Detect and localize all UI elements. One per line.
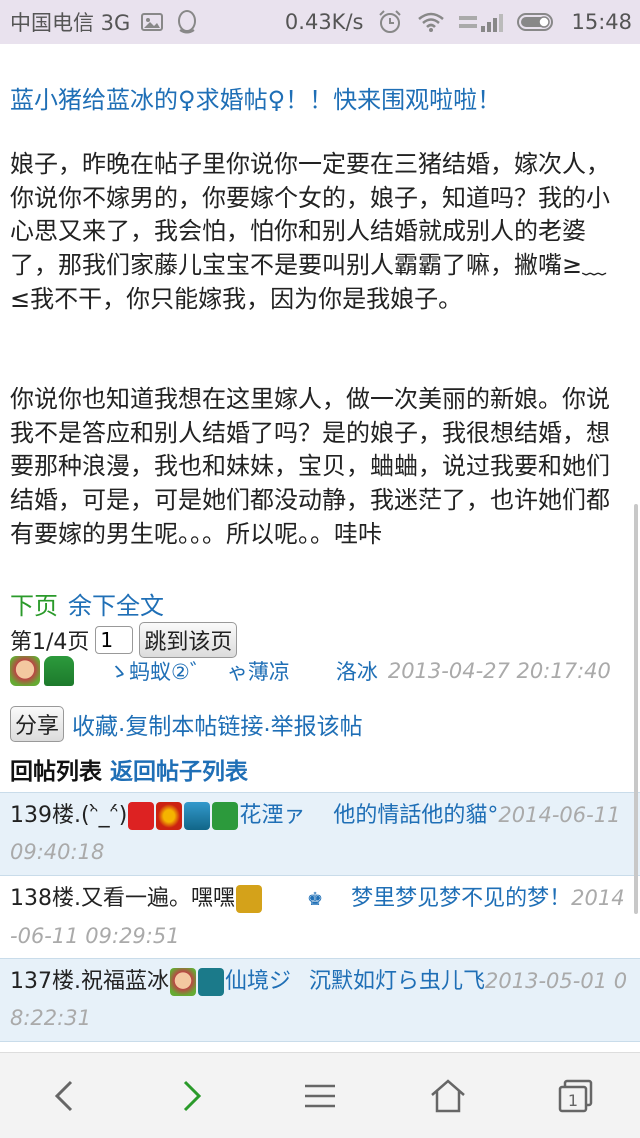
carrier-label: 中国电信 3G — [10, 11, 131, 35]
scrollbar[interactable] — [634, 504, 638, 914]
home-button[interactable] — [408, 1066, 488, 1126]
menu-button[interactable] — [280, 1066, 360, 1126]
pager-links: 下页 余下全文 — [10, 586, 164, 621]
back-button[interactable] — [24, 1066, 104, 1126]
reply-row: 138楼.又看一遍。嘿嘿 ♚ 梦里梦见梦不见的梦！2014-06-11 09:2… — [0, 876, 640, 956]
page-content: 蓝小猪给蓝冰的♀求婚帖♀！！快来围观啦啦！ 娘子，昨晚在帖子里你说你一定要在三猪… — [0, 44, 640, 1052]
clock: 15:48 — [571, 10, 632, 34]
rest-fulltext-link[interactable]: 余下全文 — [68, 586, 164, 621]
reply-list-header: 回帖列表 返回帖子列表 — [10, 752, 248, 786]
crown-icon — [184, 802, 211, 830]
author-name-3[interactable]: 洛冰 — [336, 656, 378, 686]
favorite-link[interactable]: 收藏 — [72, 707, 118, 741]
medal-icon — [156, 802, 183, 830]
post-timestamp: 2013-04-27 20:17:40 — [387, 659, 611, 683]
page-number-input[interactable] — [95, 626, 134, 654]
post-paragraph-1: 娘子，昨晚在帖子里你说你一定要在三猪结婚，嫁次人，你说你不嫁男的，你要嫁个女的，… — [10, 150, 610, 313]
avatar — [170, 968, 196, 996]
reply-user[interactable]: 花湮ァ — [239, 803, 305, 828]
back-to-list-link[interactable]: 返回帖子列表 — [110, 752, 248, 786]
report-link[interactable]: 举报该帖 — [271, 707, 363, 741]
network-speed: 0.43K/s — [284, 10, 364, 34]
tabs-button[interactable]: 1 — [536, 1066, 616, 1126]
separator: . — [263, 711, 271, 737]
battery-icon — [517, 11, 557, 33]
post-actions: 分享 收藏 . 复制本帖链接 . 举报该帖 — [10, 706, 363, 742]
badge-shirt-icon — [198, 968, 224, 996]
crown-icon: ♚ — [307, 889, 324, 910]
tabs-icon: 1 — [558, 1079, 593, 1112]
copy-link-link[interactable]: 复制本帖链接 — [125, 707, 263, 741]
share-button[interactable]: 分享 — [10, 706, 65, 742]
author-name-2[interactable]: ゃ薄凉 — [227, 656, 290, 686]
chevron-left-icon — [54, 1080, 73, 1111]
menu-icon — [305, 1084, 335, 1107]
post-title[interactable]: 蓝小猪给蓝冰的♀求婚帖♀！！快来围观啦啦！ — [10, 80, 501, 115]
gallery-icon — [140, 11, 164, 33]
reply-row: 137楼.祝福蓝冰 仙境ジ 沉默如灯ら虫儿飞2013-05-01 08:22:31 — [0, 958, 640, 1042]
pager-jump: 第1/4页 跳到该页 — [10, 622, 238, 658]
separator: . — [118, 711, 126, 737]
badge-shirt-icon — [212, 802, 239, 830]
reply-content: 他的情話他的貓° — [333, 803, 499, 828]
home-icon — [431, 1078, 465, 1112]
page-info: 第1/4页 — [10, 630, 90, 655]
signal-icon — [459, 10, 504, 34]
post-paragraph-2: 你说你也知道我想在这里嫁人，做一次美丽的新娘。你说我不是答应和别人结婚了吗？是的… — [10, 385, 610, 548]
svg-text:1: 1 — [568, 1091, 578, 1110]
status-bar: 中国电信 3G 0.43K/s 15:48 — [0, 0, 640, 44]
browser-navbar: 1 — [0, 1052, 640, 1138]
wifi-icon — [417, 11, 445, 33]
alarm-icon — [377, 9, 403, 35]
chevron-right-icon — [183, 1080, 202, 1111]
reply-user[interactable]: 仙境ジ — [225, 969, 291, 994]
reply-list-title: 回帖列表 — [10, 759, 102, 785]
reply-floor: 138楼.又看一遍。嘿嘿 — [10, 886, 235, 911]
reply-content: 沉默如灯ら虫儿飞 — [309, 969, 486, 994]
badge-shirt-icon — [44, 656, 74, 686]
forward-button[interactable] — [152, 1066, 232, 1126]
avatar[interactable] — [10, 656, 40, 686]
next-page-link[interactable]: 下页 — [10, 586, 58, 621]
author-name-1[interactable]: ゝ蚂蚁②゛ — [108, 656, 211, 686]
reply-floor: 139楼.(ᵔ̀_ᵔ́) — [10, 803, 128, 828]
qq-icon — [174, 8, 200, 36]
badge-shirt-icon — [236, 885, 262, 913]
reply-user[interactable]: 梦里梦见梦不见的梦！ — [351, 886, 571, 911]
reply-floor: 137楼.祝福蓝冰 — [10, 969, 169, 994]
author-row: ゝ蚂蚁②゛ ゃ薄凉 洛冰 2013-04-27 20:17:40 — [10, 656, 611, 686]
jump-page-button[interactable]: 跳到该页 — [139, 622, 238, 658]
china-flag-icon — [128, 802, 155, 830]
reply-row: 139楼.(ᵔ̀_ᵔ́) 花湮ァ 他的情話他的貓°2014-06-11 09:40… — [0, 792, 640, 876]
